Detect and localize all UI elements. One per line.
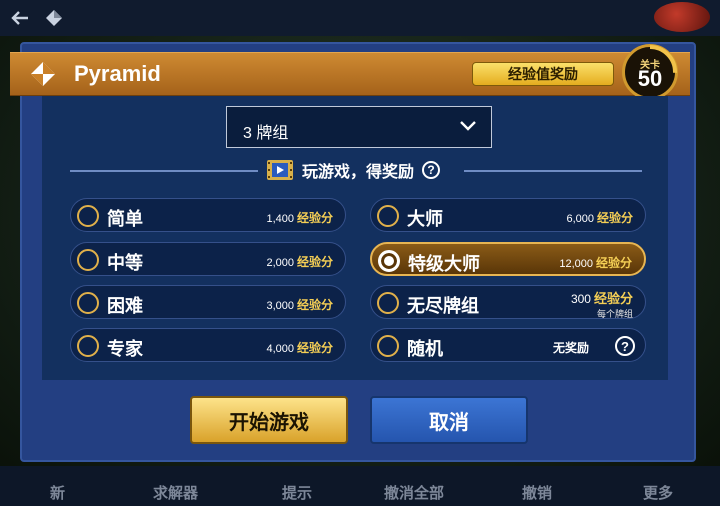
option-label: 特级大师: [408, 254, 480, 274]
divider: [464, 170, 642, 172]
option-label: 专家: [107, 339, 143, 359]
option-hard[interactable]: 困难 3,000 经验分: [70, 285, 346, 319]
option-endless-decks[interactable]: 无尽牌组 300 经验分 每个牌组: [370, 285, 646, 319]
option-label: 中等: [107, 253, 143, 273]
chevron-down-icon: [460, 121, 476, 131]
help-icon[interactable]: ?: [615, 336, 635, 356]
level-badge: 关卡 50: [622, 44, 678, 100]
bottom-solver[interactable]: 求解器: [153, 482, 198, 503]
bottom-more[interactable]: 更多: [643, 482, 673, 503]
xp-reward-button[interactable]: 经验值奖励: [472, 62, 614, 86]
option-points-sub: 每个牌组: [596, 309, 633, 319]
option-grandmaster[interactable]: 特级大师 12,000 经验分: [370, 242, 646, 276]
dialog-title: Pyramid: [74, 61, 161, 86]
option-easy[interactable]: 简单 1,400 经验分: [70, 198, 346, 232]
option-points: 6,000 经验分: [566, 211, 633, 225]
option-points: 4,000 经验分: [266, 341, 333, 355]
radio-button[interactable]: [377, 292, 399, 314]
bottom-new[interactable]: 新: [50, 482, 65, 503]
divider: [70, 170, 258, 172]
bottom-undo[interactable]: 撤销: [522, 482, 552, 503]
bottom-bar: 新 求解器 提示 撤消全部 撤销 更多: [0, 466, 720, 506]
option-points: 2,000 经验分: [266, 255, 333, 269]
diamond-icon[interactable]: [40, 6, 68, 30]
option-expert[interactable]: 专家 4,000 经验分: [70, 328, 346, 362]
background-chip: [654, 2, 710, 32]
radio-button[interactable]: [77, 205, 99, 227]
help-icon[interactable]: ?: [422, 161, 441, 179]
level-value: 50: [637, 66, 663, 91]
arrow-left-icon[interactable]: [6, 6, 34, 30]
option-points: 1,400 经验分: [266, 211, 333, 225]
option-label: 大师: [407, 209, 443, 229]
option-points: 3,000 经验分: [266, 298, 333, 312]
bottom-undo-all[interactable]: 撤消全部: [384, 482, 444, 503]
radio-button[interactable]: [77, 335, 99, 357]
cancel-button[interactable]: 取消: [370, 396, 528, 444]
film-icon: [267, 160, 293, 180]
radio-button-selected[interactable]: [378, 250, 400, 272]
radio-button[interactable]: [77, 292, 99, 314]
option-medium[interactable]: 中等 2,000 经验分: [70, 242, 346, 276]
option-points: 300 经验分 每个牌组: [570, 291, 633, 319]
reward-heading-text: 玩游戏，得奖励: [302, 164, 415, 181]
radio-button[interactable]: [77, 249, 99, 271]
reward-heading: 玩游戏，得奖励 ?: [266, 157, 441, 183]
start-game-button[interactable]: 开始游戏: [190, 396, 348, 444]
option-master[interactable]: 大师 6,000 经验分: [370, 198, 646, 232]
option-label: 随机: [407, 339, 443, 359]
top-toolbar: [0, 0, 720, 36]
bottom-hint[interactable]: 提示: [282, 482, 312, 503]
option-random[interactable]: 随机 无奖励 ?: [370, 328, 646, 362]
deck-count-select[interactable]: 3 牌组: [226, 106, 492, 148]
option-label: 简单: [107, 209, 143, 229]
option-label: 困难: [107, 296, 143, 316]
pyramid-logo-icon: [30, 61, 56, 87]
option-label: 无尽牌组: [407, 296, 479, 316]
deck-count-value: 3 牌组: [243, 125, 289, 142]
no-reward-text: 无奖励: [552, 341, 589, 355]
option-points: 12,000 经验分: [559, 256, 632, 270]
radio-button[interactable]: [377, 335, 399, 357]
radio-button[interactable]: [377, 205, 399, 227]
